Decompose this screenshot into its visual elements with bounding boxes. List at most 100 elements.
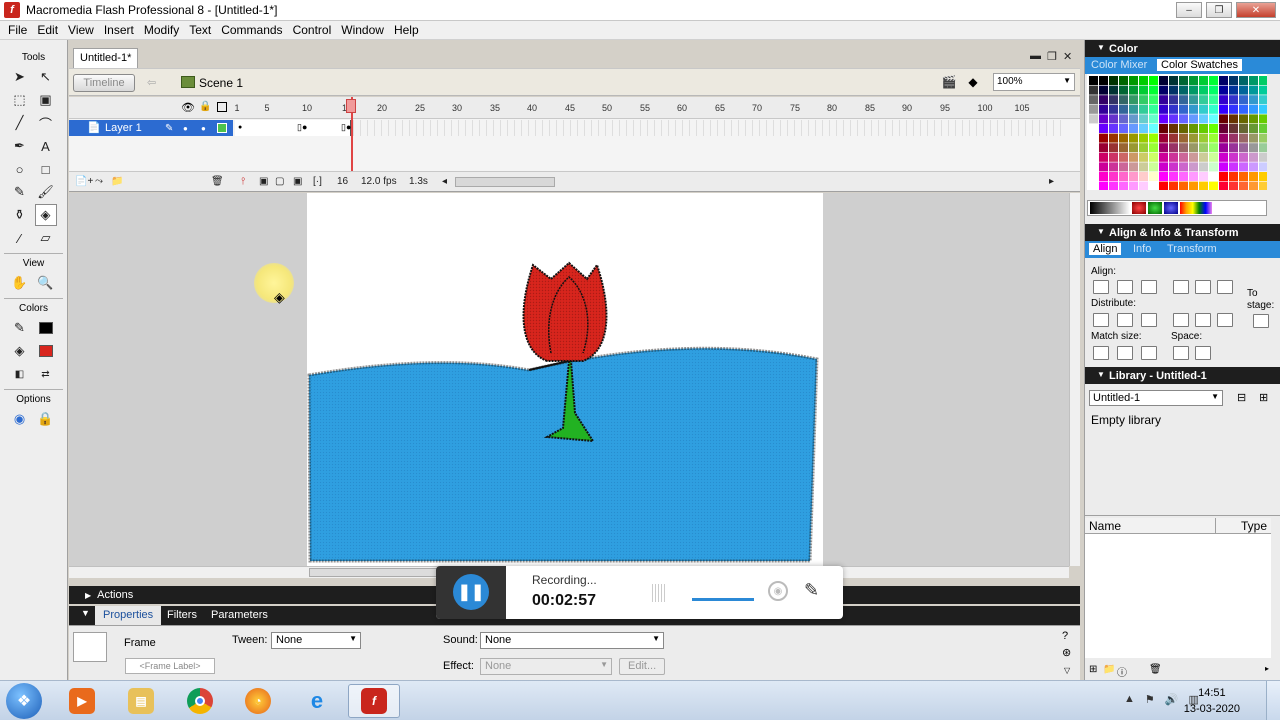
- color-swatch[interactable]: [1249, 181, 1258, 191]
- tab-filters[interactable]: Filters: [159, 606, 205, 625]
- color-swatch[interactable]: [1259, 124, 1268, 133]
- eyedropper-tool-icon[interactable]: ⁄: [9, 227, 31, 249]
- lock-layers-icon[interactable]: 🔒: [199, 101, 211, 112]
- color-swatch[interactable]: [1249, 172, 1258, 181]
- edit-scene-icon[interactable]: 🎬: [941, 74, 957, 90]
- color-swatch[interactable]: [1139, 104, 1148, 114]
- taskbar-firefox[interactable]: ◔: [232, 684, 284, 718]
- color-swatch[interactable]: [1259, 76, 1268, 85]
- add-folder-icon[interactable]: 📁: [111, 176, 123, 187]
- color-swatch[interactable]: [1209, 162, 1218, 172]
- tab-color-mixer[interactable]: Color Mixer: [1091, 59, 1147, 71]
- taskbar-flash[interactable]: f: [348, 684, 400, 718]
- webcam-icon[interactable]: ◉: [768, 581, 788, 601]
- color-swatch[interactable]: [1089, 133, 1098, 143]
- color-swatch[interactable]: [1099, 104, 1108, 114]
- color-swatch[interactable]: [1179, 104, 1188, 114]
- match-both-icon[interactable]: [1141, 346, 1157, 360]
- color-swatch[interactable]: [1229, 162, 1238, 172]
- line-tool-icon[interactable]: ╱: [9, 112, 31, 134]
- color-swatch[interactable]: [1129, 143, 1138, 153]
- color-swatch[interactable]: [1099, 133, 1108, 143]
- color-swatch[interactable]: [1179, 133, 1188, 143]
- color-swatch[interactable]: [1209, 104, 1218, 114]
- color-swatch[interactable]: [1129, 172, 1138, 181]
- show-hide-eye-icon[interactable]: 👁: [181, 101, 195, 114]
- color-swatch[interactable]: [1239, 143, 1248, 153]
- color-swatch[interactable]: [1149, 76, 1158, 85]
- color-swatch[interactable]: [1089, 143, 1098, 153]
- show-desktop-button[interactable]: [1266, 681, 1280, 720]
- eraser-tool-icon[interactable]: ▱: [35, 227, 57, 249]
- color-swatch[interactable]: [1199, 181, 1208, 191]
- color-swatch[interactable]: [1249, 162, 1258, 172]
- color-swatch[interactable]: [1169, 104, 1178, 114]
- color-swatch[interactable]: [1119, 172, 1128, 181]
- delete-item-icon[interactable]: 🗑: [1149, 664, 1162, 675]
- pin-library-icon[interactable]: ⊟: [1237, 391, 1246, 404]
- color-swatch[interactable]: [1139, 95, 1148, 105]
- color-swatch[interactable]: [1219, 85, 1228, 95]
- color-swatch[interactable]: [1149, 143, 1158, 153]
- taskbar-file-explorer[interactable]: ▤: [115, 684, 167, 718]
- library-document-select[interactable]: Untitled-1 ▼: [1089, 390, 1223, 406]
- color-swatch[interactable]: [1129, 104, 1138, 114]
- edit-actions-icon[interactable]: ⊛: [1062, 646, 1071, 659]
- collapse-arrow-icon[interactable]: ▼: [81, 608, 90, 618]
- onion-outline-icon[interactable]: ▢: [275, 176, 284, 187]
- align-top-icon[interactable]: [1173, 280, 1189, 294]
- color-swatch[interactable]: [1249, 76, 1258, 85]
- color-swatch[interactable]: [1209, 181, 1218, 191]
- add-layer-icon[interactable]: 📄+: [75, 176, 93, 187]
- color-swatch[interactable]: [1179, 114, 1188, 124]
- color-swatch[interactable]: [1129, 152, 1138, 162]
- taskbar-internet-explorer[interactable]: e: [291, 684, 343, 718]
- color-swatch[interactable]: [1229, 85, 1238, 95]
- color-swatch[interactable]: [1229, 152, 1238, 162]
- color-swatch[interactable]: [1209, 124, 1218, 133]
- color-swatch[interactable]: [1229, 124, 1238, 133]
- color-swatch[interactable]: [1119, 104, 1128, 114]
- timeline-toggle-button[interactable]: Timeline: [73, 74, 135, 92]
- filled-frames[interactable]: ● ▯● ▯●: [235, 120, 351, 136]
- color-swatch[interactable]: [1219, 172, 1228, 181]
- color-swatch[interactable]: [1149, 104, 1158, 114]
- restore-button[interactable]: ❐: [1206, 2, 1232, 18]
- color-swatch[interactable]: [1099, 172, 1108, 181]
- pencil-tool-icon[interactable]: ✎: [9, 181, 31, 203]
- distribute-right-icon[interactable]: [1217, 313, 1233, 327]
- color-swatch[interactable]: [1209, 76, 1218, 85]
- color-swatch[interactable]: [1149, 152, 1158, 162]
- volume-icon[interactable]: 🔊: [1165, 693, 1179, 706]
- delete-layer-icon[interactable]: 🗑: [211, 176, 224, 187]
- lock-fill-icon[interactable]: 🔒: [35, 408, 57, 430]
- color-swatch[interactable]: [1249, 152, 1258, 162]
- taskbar-media-player[interactable]: ▶: [56, 684, 108, 718]
- color-swatch[interactable]: [1209, 172, 1218, 181]
- tab-transform[interactable]: Transform: [1167, 243, 1217, 255]
- color-swatch[interactable]: [1149, 133, 1158, 143]
- color-swatch[interactable]: [1129, 85, 1138, 95]
- edit-effect-button[interactable]: Edit...: [619, 658, 666, 675]
- stage-vertical-scrollbar[interactable]: [1069, 193, 1080, 566]
- doc-restore-icon[interactable]: ❐: [1047, 50, 1057, 63]
- color-swatch[interactable]: [1179, 143, 1188, 153]
- sound-select[interactable]: None ▼: [480, 632, 664, 649]
- pen-tool-icon[interactable]: ✒: [9, 135, 31, 157]
- color-swatch[interactable]: [1239, 152, 1248, 162]
- color-swatch[interactable]: [1119, 76, 1128, 85]
- visibility-dot-icon[interactable]: ●: [183, 124, 188, 133]
- color-swatch[interactable]: [1109, 133, 1118, 143]
- color-swatch[interactable]: [1109, 95, 1118, 105]
- color-swatch[interactable]: [1219, 124, 1228, 133]
- menu-text[interactable]: Text: [184, 23, 216, 37]
- tray-expand-icon[interactable]: ▲: [1124, 693, 1135, 706]
- color-swatch[interactable]: [1239, 172, 1248, 181]
- frame-label-input[interactable]: <Frame Label>: [125, 658, 215, 674]
- color-swatch[interactable]: [1089, 181, 1098, 191]
- color-swatch[interactable]: [1139, 181, 1148, 191]
- color-swatch[interactable]: [1179, 181, 1188, 191]
- doc-close-icon[interactable]: ✕: [1063, 50, 1072, 63]
- color-swatch[interactable]: [1209, 152, 1218, 162]
- color-swatch[interactable]: [1259, 143, 1268, 153]
